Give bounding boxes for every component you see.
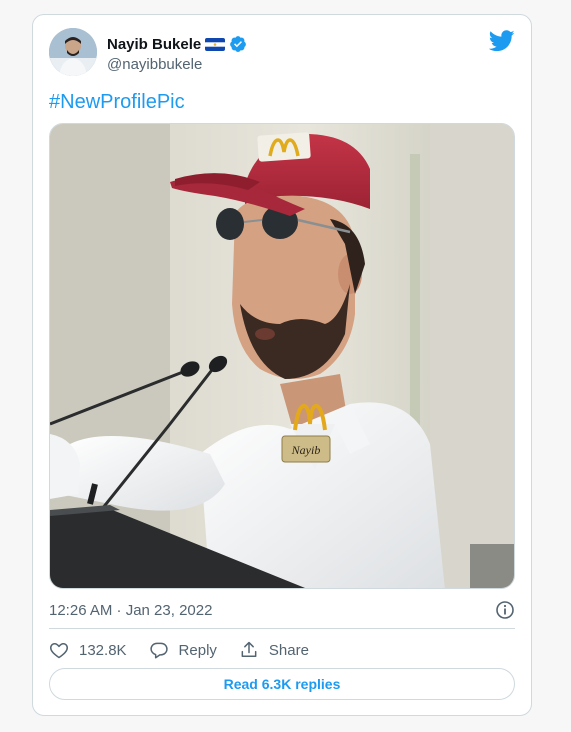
tweet-header: Nayib Bukele @nayibbukele (49, 28, 515, 78)
reply-label: Reply (178, 641, 217, 659)
author-handle[interactable]: @nayibbukele (107, 56, 202, 73)
reply-bubble-icon (149, 642, 168, 659)
avatar[interactable] (49, 28, 97, 76)
divider (49, 628, 515, 629)
share-label: Share (268, 641, 309, 659)
meta-row: 12:26 AM · Jan 23, 2022 (49, 599, 515, 621)
share-button[interactable]: Share (239, 640, 309, 660)
name-badge-text: Nayib (291, 443, 321, 457)
tweet-photo[interactable]: Nayib (49, 123, 515, 589)
like-button[interactable]: 132.8K (49, 640, 127, 660)
like-count: 132.8K (79, 641, 127, 659)
read-replies-button[interactable]: Read 6.3K replies (49, 668, 515, 700)
reply-button[interactable]: Reply (149, 640, 217, 660)
tweet-timestamp[interactable]: 12:26 AM · Jan 23, 2022 (49, 602, 212, 619)
info-icon[interactable] (495, 600, 515, 620)
share-icon (241, 641, 257, 657)
author-name[interactable]: Nayib Bukele (107, 36, 201, 53)
name-row: Nayib Bukele (107, 34, 247, 54)
twitter-bird-icon[interactable] (488, 30, 515, 52)
verified-badge-icon (229, 35, 247, 53)
action-bar: 132.8K Reply Share (49, 637, 309, 663)
profile-photo-illustration: Nayib (50, 124, 514, 588)
tweet-card: Nayib Bukele @nayibbukele #NewProfilePic… (32, 14, 532, 716)
tweet-hashtag[interactable]: #NewProfilePic (49, 91, 185, 114)
heart-icon (50, 643, 68, 659)
el-salvador-flag-icon (205, 37, 226, 51)
